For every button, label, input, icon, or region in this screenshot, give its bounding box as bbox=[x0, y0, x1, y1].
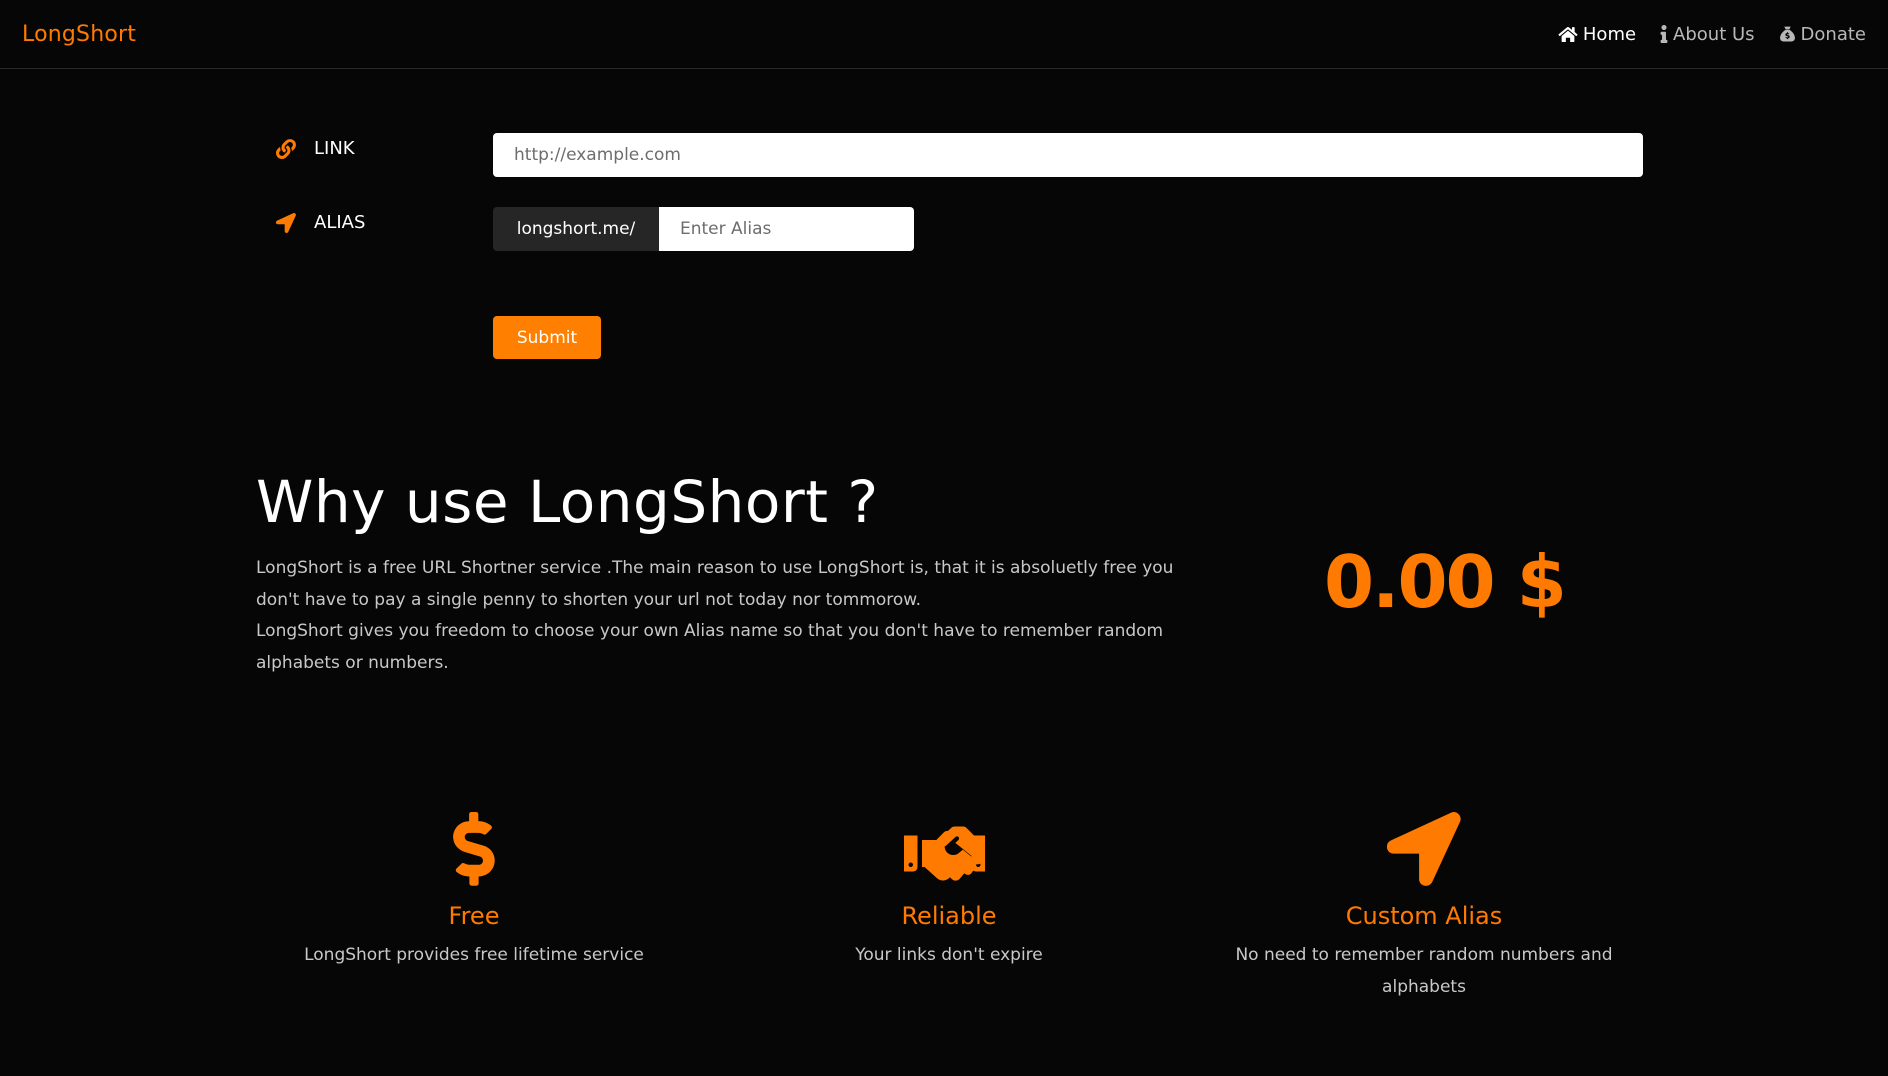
price-display: 0.00 $ bbox=[1324, 540, 1567, 624]
feature-reliable: Reliable Your links don't expire bbox=[734, 812, 1164, 972]
link-label: LINK bbox=[276, 138, 355, 159]
feature-reliable-title: Reliable bbox=[901, 902, 997, 930]
why-paragraph-1: LongShort is a free URL Shortner service… bbox=[256, 558, 1174, 610]
alias-label-text: ALIAS bbox=[314, 212, 366, 233]
nav-home[interactable]: Home bbox=[1558, 24, 1636, 45]
feature-free: Free LongShort provides free lifetime se… bbox=[259, 812, 689, 972]
navbar: LongShort Home About Us Donate bbox=[0, 0, 1888, 69]
location-arrow-icon bbox=[1387, 812, 1461, 886]
handshake-icon bbox=[904, 826, 985, 881]
feature-custom-alias: Custom Alias No need to remember random … bbox=[1209, 812, 1639, 1003]
nav-donate[interactable]: Donate bbox=[1779, 24, 1866, 45]
feature-reliable-description: Your links don't expire bbox=[855, 945, 1043, 965]
alias-input[interactable] bbox=[659, 207, 914, 251]
feature-custom-alias-title: Custom Alias bbox=[1345, 902, 1503, 930]
nav-donate-label: Donate bbox=[1800, 23, 1866, 45]
link-icon bbox=[276, 138, 296, 159]
nav-about[interactable]: About Us bbox=[1660, 24, 1755, 45]
dollar-icon bbox=[453, 812, 495, 886]
alias-prefix: longshort.me/ bbox=[493, 207, 659, 251]
brand-logo[interactable]: LongShort bbox=[22, 22, 136, 47]
main-nav: Home About Us Donate bbox=[1558, 24, 1866, 45]
nav-home-label: Home bbox=[1582, 23, 1637, 45]
why-paragraph-2: LongShort gives you freedom to choose yo… bbox=[256, 621, 1164, 673]
home-icon bbox=[1558, 26, 1578, 42]
feature-custom-alias-description: No need to remember random numbers and a… bbox=[1235, 945, 1613, 997]
feature-free-description: LongShort provides free lifetime service bbox=[304, 945, 644, 965]
why-title: Why use LongShort ? bbox=[256, 468, 879, 536]
link-input[interactable] bbox=[493, 133, 1643, 177]
money-bag-icon bbox=[1779, 26, 1795, 42]
alias-label: ALIAS bbox=[276, 212, 365, 233]
info-icon bbox=[1660, 25, 1668, 43]
feature-free-title: Free bbox=[448, 902, 500, 930]
nav-about-label: About Us bbox=[1673, 23, 1755, 45]
why-description: LongShort is a free URL Shortner service… bbox=[256, 553, 1176, 679]
link-label-text: LINK bbox=[314, 138, 355, 159]
location-arrow-icon bbox=[276, 212, 296, 233]
submit-button[interactable]: Submit bbox=[493, 316, 601, 359]
